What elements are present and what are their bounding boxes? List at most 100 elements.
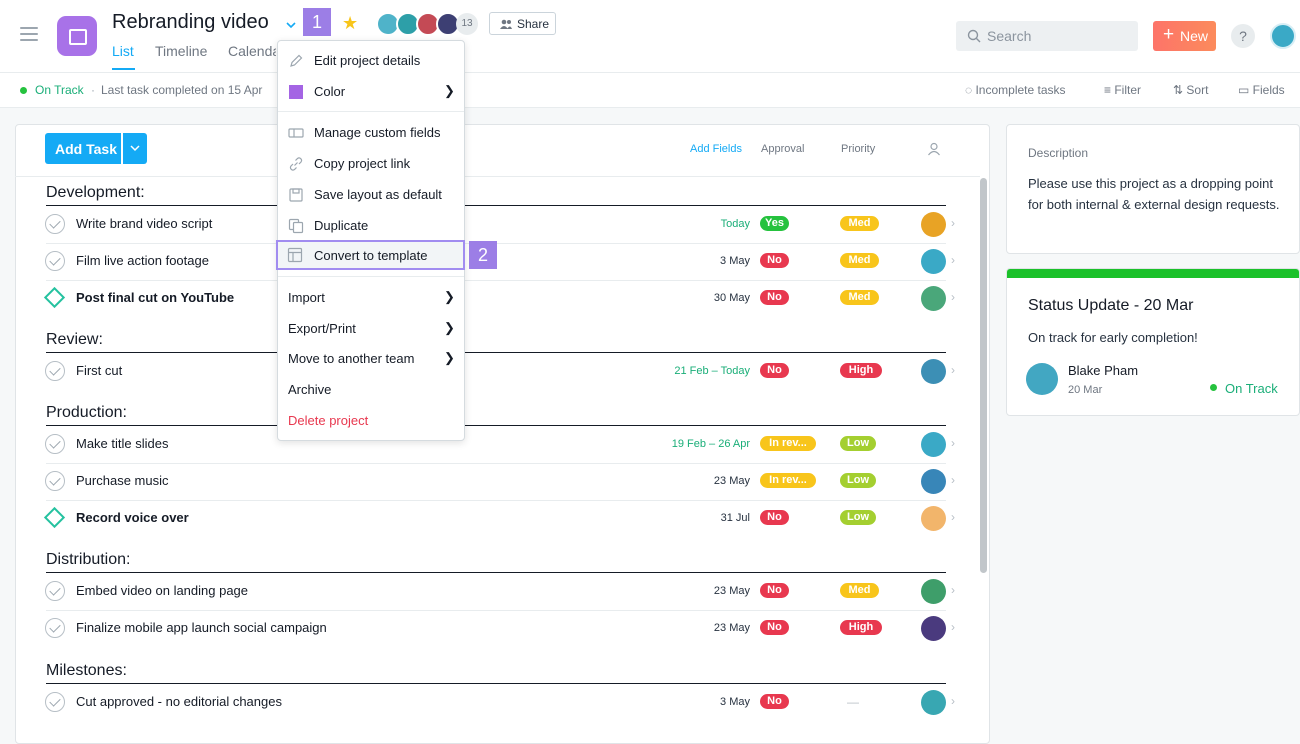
- menu-item-duplicate[interactable]: Duplicate: [278, 211, 464, 241]
- scrollbar[interactable]: [980, 178, 987, 573]
- assignee-avatar[interactable]: [921, 506, 946, 531]
- section-divider: [46, 572, 946, 573]
- project-actions-chevron-icon[interactable]: [284, 18, 298, 32]
- description-text[interactable]: Please use this project as a dropping po…: [1028, 174, 1283, 215]
- help-button[interactable]: ?: [1231, 24, 1255, 48]
- approval-pill[interactable]: No: [760, 583, 789, 599]
- incomplete-tasks-filter[interactable]: ◌ Incomplete tasks: [965, 83, 1066, 97]
- task-due-date[interactable]: 31 Jul: [640, 512, 750, 524]
- sort-button[interactable]: ⇅ Sort: [1173, 83, 1208, 97]
- menu-item-import[interactable]: Import ❯: [278, 283, 464, 313]
- task-due-date[interactable]: 30 May: [640, 292, 750, 304]
- tab-calendar[interactable]: Calenda: [228, 43, 276, 59]
- filter-button[interactable]: ≡ Filter: [1104, 83, 1141, 97]
- task-name[interactable]: Embed video on landing page: [76, 583, 248, 598]
- priority-pill[interactable]: Low: [840, 510, 876, 525]
- task-name[interactable]: Film live action footage: [76, 253, 209, 268]
- color-swatch-icon: [289, 85, 303, 99]
- chevron-right-icon[interactable]: ›: [951, 620, 955, 634]
- chevron-right-icon[interactable]: ›: [951, 583, 955, 597]
- approval-pill[interactable]: No: [760, 694, 789, 710]
- task-name[interactable]: Write brand video script: [76, 216, 212, 231]
- menu-item-edit-project-details[interactable]: Edit project details: [278, 46, 464, 76]
- menu-item-archive[interactable]: Archive: [278, 375, 464, 405]
- add-task-dropdown-button[interactable]: [123, 133, 147, 164]
- priority-pill[interactable]: Med: [840, 583, 879, 599]
- column-header-approval[interactable]: Approval: [761, 143, 804, 155]
- favorite-star-icon[interactable]: ★: [342, 13, 358, 34]
- task-name[interactable]: First cut: [76, 363, 122, 378]
- section-header[interactable]: Development:: [46, 184, 145, 202]
- priority-pill[interactable]: High: [840, 620, 882, 636]
- section-header[interactable]: Milestones:: [46, 662, 127, 680]
- project-status[interactable]: On Track: [35, 83, 84, 97]
- task-due-date[interactable]: 21 Feb – Today: [640, 365, 750, 377]
- menu-item-delete-project[interactable]: Delete project: [278, 406, 464, 436]
- chevron-right-icon[interactable]: ›: [951, 694, 955, 708]
- task-due-date[interactable]: 23 May: [640, 585, 750, 597]
- tab-timeline[interactable]: Timeline: [155, 43, 207, 59]
- incomplete-label: Incomplete tasks: [975, 83, 1066, 97]
- approval-pill[interactable]: No: [760, 510, 789, 525]
- fields-button[interactable]: ▭ Fields: [1238, 83, 1285, 97]
- menu-item-move-to-another-team[interactable]: Move to another team ❯: [278, 344, 464, 374]
- menu-item-save-layout-as-default[interactable]: Save layout as default: [278, 180, 464, 210]
- chevron-right-icon[interactable]: ›: [951, 473, 955, 487]
- task-name[interactable]: Make title slides: [76, 436, 168, 451]
- menu-item-convert-to-template[interactable]: Convert to template: [276, 240, 465, 270]
- section-header[interactable]: Review:: [46, 331, 103, 349]
- menu-item-copy-project-link[interactable]: Copy project link: [278, 149, 464, 179]
- menu-item-manage-custom-fields[interactable]: Manage custom fields: [278, 118, 464, 148]
- approval-pill[interactable]: No: [760, 253, 789, 269]
- share-button[interactable]: Share: [489, 12, 556, 35]
- chevron-right-icon[interactable]: ›: [951, 290, 955, 304]
- priority-pill[interactable]: Med: [840, 253, 879, 269]
- add-task-button[interactable]: Add Task: [45, 133, 121, 164]
- task-name[interactable]: Cut approved - no editorial changes: [76, 694, 282, 709]
- chevron-right-icon[interactable]: ›: [951, 253, 955, 267]
- approval-pill[interactable]: No: [760, 620, 789, 636]
- top-bar: Rebranding video 1 ★ 13 Share List Timel…: [0, 0, 1300, 72]
- priority-pill[interactable]: Med: [840, 290, 879, 305]
- task-due-date[interactable]: 3 May: [640, 696, 750, 708]
- task-due-date[interactable]: 3 May: [640, 255, 750, 267]
- task-name[interactable]: Purchase music: [76, 473, 168, 488]
- approval-pill[interactable]: No: [760, 290, 789, 305]
- hamburger-menu-icon[interactable]: [20, 27, 38, 41]
- chevron-right-icon[interactable]: ›: [951, 510, 955, 524]
- menu-item-export-print[interactable]: Export/Print ❯: [278, 314, 464, 344]
- section-header[interactable]: Distribution:: [46, 551, 130, 569]
- assignee-avatar[interactable]: [921, 286, 946, 311]
- task-due-date[interactable]: 23 May: [640, 622, 750, 634]
- task-name[interactable]: Finalize mobile app launch social campai…: [76, 620, 327, 635]
- member-count[interactable]: 13: [456, 13, 478, 35]
- priority-pill[interactable]: High: [840, 363, 882, 379]
- chevron-right-icon[interactable]: ›: [951, 436, 955, 450]
- status-update-card[interactable]: Status Update - 20 Mar On track for earl…: [1006, 268, 1300, 416]
- priority-pill[interactable]: Low: [840, 473, 876, 489]
- approval-pill[interactable]: Yes: [760, 216, 789, 232]
- task-name[interactable]: Post final cut on YouTube: [76, 290, 234, 305]
- new-button[interactable]: + New: [1153, 21, 1216, 51]
- task-due-date[interactable]: Today: [640, 218, 750, 230]
- section-header[interactable]: Production:: [46, 404, 127, 422]
- search-input[interactable]: Search: [956, 21, 1138, 51]
- menu-item-color[interactable]: Color ❯: [278, 77, 464, 107]
- chevron-right-icon[interactable]: ›: [951, 363, 955, 377]
- column-header-priority[interactable]: Priority: [841, 143, 875, 155]
- priority-empty[interactable]: —: [847, 695, 859, 709]
- approval-pill[interactable]: No: [760, 363, 789, 379]
- task-name[interactable]: Record voice over: [76, 510, 189, 525]
- filter-icon: ≡: [1104, 83, 1115, 97]
- approval-pill[interactable]: In rev...: [760, 473, 816, 489]
- user-avatar[interactable]: [1270, 23, 1296, 49]
- task-due-date[interactable]: 23 May: [640, 475, 750, 487]
- add-fields-link[interactable]: Add Fields: [690, 143, 742, 155]
- tab-list[interactable]: List: [112, 43, 134, 59]
- task-due-date[interactable]: 19 Feb – 26 Apr: [640, 438, 750, 450]
- approval-pill[interactable]: In rev...: [760, 436, 816, 452]
- chevron-right-icon[interactable]: ›: [951, 216, 955, 230]
- priority-pill[interactable]: Low: [840, 436, 876, 452]
- priority-pill[interactable]: Med: [840, 216, 879, 232]
- assignee-column-icon[interactable]: [927, 142, 941, 156]
